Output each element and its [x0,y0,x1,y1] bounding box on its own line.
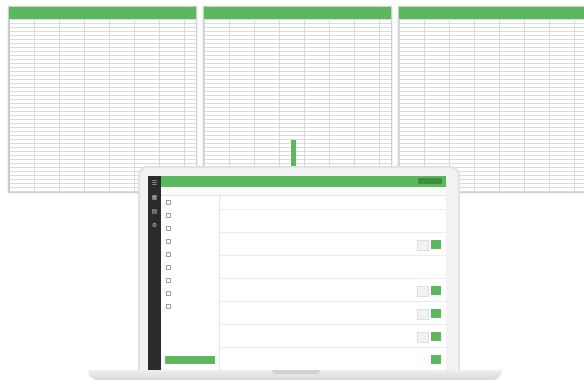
task-action-button[interactable] [431,286,441,295]
task-row[interactable] [220,210,446,233]
sheet-col-line [9,19,10,192]
task-row[interactable] [220,256,446,279]
sidebar-item[interactable] [161,274,219,287]
grid-icon[interactable]: ▦ [152,195,158,201]
sidebar-item[interactable] [161,196,219,209]
spreadsheet-right [398,6,584,193]
sidebar-item[interactable] [161,300,219,313]
task-action-button[interactable] [431,355,441,364]
task-row[interactable] [220,348,446,371]
user-chip[interactable] [418,178,442,184]
app-rail: ☰ ▦ ▤ ⚙ [148,176,161,372]
item-icon [166,239,171,244]
task-row[interactable] [220,279,446,302]
task-secondary-button[interactable] [417,286,429,297]
sidebar-add-button[interactable] [165,356,215,364]
item-icon [166,252,171,257]
spreadsheet-left [8,6,197,193]
item-icon [166,200,171,205]
task-secondary-button[interactable] [417,309,429,320]
task-action-button[interactable] [431,309,441,318]
doc-icon[interactable]: ▤ [152,209,158,215]
item-icon [166,304,171,309]
task-action-button[interactable] [431,240,441,249]
sheet-header [399,7,584,19]
sidebar-item[interactable] [161,209,219,222]
spreadsheet-middle [203,6,392,193]
item-icon [166,213,171,218]
sheet-header [204,7,391,19]
task-row[interactable] [220,302,446,325]
sidebar [161,196,220,372]
sidebar-item[interactable] [161,248,219,261]
sidebar-item[interactable] [161,235,219,248]
task-action-button[interactable] [431,332,441,341]
laptop-screen: ☰ ▦ ▤ ⚙ [148,176,446,372]
task-secondary-button[interactable] [417,240,429,251]
item-icon [166,226,171,231]
item-icon [166,265,171,270]
task-secondary-button[interactable] [417,332,429,343]
item-icon [166,278,171,283]
sheet-header [9,7,196,19]
nav-bar [161,187,446,196]
item-icon [166,291,171,296]
task-row[interactable] [220,325,446,348]
gear-icon[interactable]: ⚙ [152,223,158,229]
sidebar-item[interactable] [161,287,219,300]
sidebar-item[interactable] [161,222,219,235]
task-row[interactable] [220,233,446,256]
topbar [161,176,446,187]
menu-icon[interactable]: ☰ [152,181,158,187]
laptop-notch [272,370,320,374]
sidebar-item[interactable] [161,261,219,274]
task-list [220,196,446,372]
main-title [220,196,446,210]
